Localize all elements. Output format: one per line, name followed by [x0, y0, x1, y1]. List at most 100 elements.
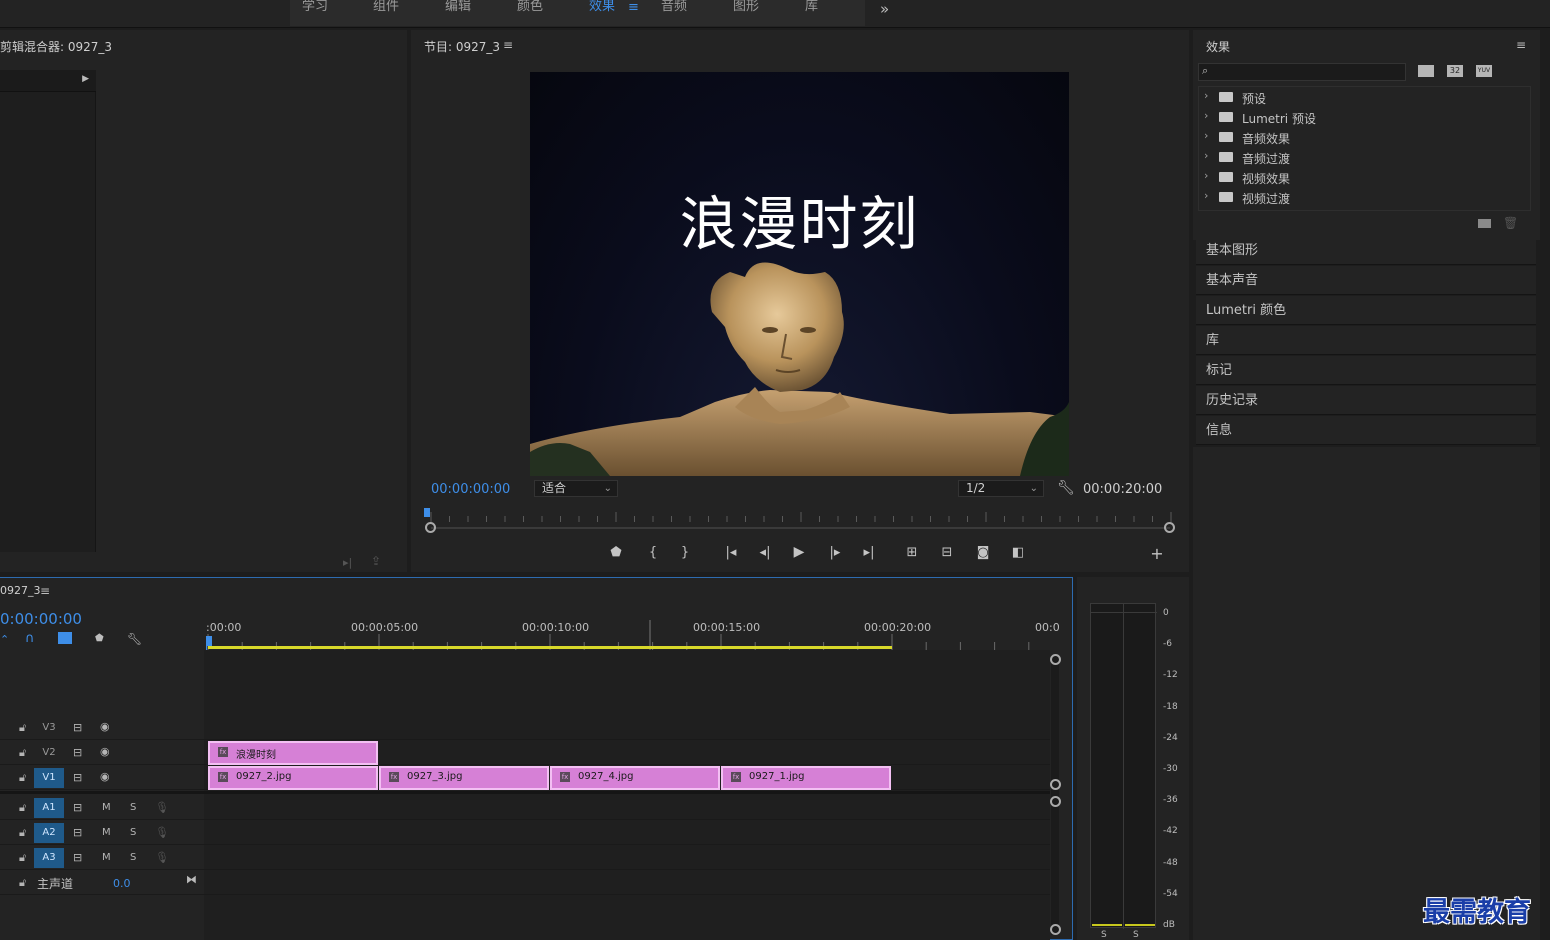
effects-item-video-effects[interactable]: › 视频效果: [1200, 167, 1530, 187]
scroll-handle-audio-top[interactable]: [1050, 796, 1061, 807]
graphic-clip[interactable]: fx 浪漫时刻: [208, 741, 378, 765]
timeline-playhead-handle[interactable]: [206, 636, 212, 646]
effects-search-input[interactable]: [1198, 63, 1406, 81]
solo-button[interactable]: S: [130, 827, 136, 838]
mixer-record-icon[interactable]: ▸|: [343, 556, 352, 569]
panel-libraries[interactable]: 库: [1196, 326, 1536, 355]
image-clip[interactable]: fx 0927_1.jpg: [721, 766, 891, 790]
32bit-effects-icon[interactable]: 32: [1447, 65, 1463, 77]
panel-essential-sound[interactable]: 基本声音: [1196, 266, 1536, 295]
mute-button[interactable]: M: [102, 827, 111, 838]
mixer-export-icon[interactable]: ⇪: [371, 554, 381, 568]
panel-markers[interactable]: 标记: [1196, 356, 1536, 385]
chevron-right-icon[interactable]: ›: [1204, 109, 1208, 122]
lock-icon[interactable]: 🔓︎: [19, 826, 26, 840]
image-clip[interactable]: fx 0927_2.jpg: [208, 766, 378, 790]
workspace-tab-graphics[interactable]: 图形: [733, 0, 759, 13]
timeline-menu-icon[interactable]: ≡: [40, 584, 50, 598]
workspace-tab-color[interactable]: 颜色: [517, 0, 543, 13]
chevron-right-icon[interactable]: ›: [1204, 89, 1208, 102]
workspace-tab-assembly[interactable]: 组件: [373, 0, 399, 13]
play-icon[interactable]: ▶: [789, 544, 809, 560]
go-to-in-icon[interactable]: |◂: [721, 545, 741, 560]
solo-button[interactable]: S: [130, 852, 136, 863]
scrub-end-handle[interactable]: [1164, 522, 1175, 533]
snap-magnet-icon[interactable]: ∩: [25, 631, 35, 646]
sync-lock-icon[interactable]: ⊟: [73, 801, 82, 814]
track-area[interactable]: [204, 650, 1050, 940]
video-audio-divider[interactable]: [0, 791, 1050, 794]
work-area-bar[interactable]: [208, 646, 892, 649]
program-playhead[interactable]: [424, 508, 430, 517]
mute-button[interactable]: M: [102, 802, 111, 813]
resolution-dropdown[interactable]: 1/2 ⌄: [958, 480, 1044, 497]
scroll-handle-bottom[interactable]: [1050, 924, 1061, 935]
scroll-handle-top[interactable]: [1050, 654, 1061, 665]
effects-menu-icon[interactable]: ≡: [1516, 38, 1526, 52]
add-marker-icon[interactable]: ⬟: [95, 633, 104, 644]
lock-icon[interactable]: 🔓︎: [19, 851, 26, 865]
effects-item-video-transitions[interactable]: › 视频过渡: [1200, 187, 1530, 207]
microphone-icon[interactable]: 🎙︎: [155, 826, 169, 839]
go-to-out-icon[interactable]: ▸|: [859, 545, 879, 560]
insert-overwrite-icon[interactable]: ⌃: [0, 633, 9, 646]
delete-trash-icon[interactable]: 🗑︎: [1503, 216, 1518, 230]
extract-icon[interactable]: ⊟: [937, 545, 957, 560]
program-menu-icon[interactable]: ≡: [503, 38, 513, 52]
timeline-vertical-scrollbar[interactable]: [1051, 655, 1059, 935]
track-target-v3[interactable]: V3: [34, 718, 64, 738]
chevron-right-icon[interactable]: ›: [1204, 189, 1208, 202]
sync-lock-icon[interactable]: ⊟: [73, 721, 82, 734]
chevron-right-icon[interactable]: ›: [1204, 129, 1208, 142]
timeline-timecode[interactable]: 0:00:00:00: [0, 610, 82, 628]
track-target-a2[interactable]: A2: [34, 823, 64, 843]
eye-icon[interactable]: ◉: [100, 770, 110, 783]
step-forward-icon[interactable]: |▸: [825, 545, 845, 560]
image-clip[interactable]: fx 0927_3.jpg: [379, 766, 549, 790]
settings-wrench-icon[interactable]: 🔧︎: [1057, 480, 1075, 496]
eye-icon[interactable]: ◉: [100, 745, 110, 758]
sync-lock-icon[interactable]: ⊟: [73, 851, 82, 864]
workspace-tab-learn[interactable]: 学习: [302, 0, 328, 13]
microphone-icon[interactable]: 🎙︎: [155, 801, 169, 814]
step-back-icon[interactable]: ◂|: [755, 545, 775, 560]
zoom-fit-dropdown[interactable]: 适合 ⌄: [534, 480, 618, 497]
track-target-a3[interactable]: A3: [34, 848, 64, 868]
workspace-tab-effects[interactable]: 效果: [589, 0, 615, 13]
microphone-icon[interactable]: 🎙︎: [155, 851, 169, 864]
mute-button[interactable]: M: [102, 852, 111, 863]
sync-lock-icon[interactable]: ⊟: [73, 771, 82, 784]
accelerated-effects-icon[interactable]: [1418, 65, 1434, 77]
workspace-more-icon[interactable]: »: [880, 0, 889, 18]
lift-icon[interactable]: ⊞: [902, 545, 922, 560]
workspace-tab-libraries[interactable]: 库: [805, 0, 818, 13]
sync-lock-icon[interactable]: ⊟: [73, 826, 82, 839]
export-frame-camera-icon[interactable]: ◙: [973, 545, 993, 560]
workspace-menu-icon[interactable]: ≡: [628, 0, 639, 15]
lock-icon[interactable]: 🔓︎: [19, 801, 26, 815]
workspace-tab-editing[interactable]: 编辑: [445, 0, 471, 13]
mark-out-icon[interactable]: }: [675, 545, 695, 560]
lock-icon[interactable]: 🔓︎: [19, 746, 26, 760]
chevron-right-icon[interactable]: ›: [1204, 169, 1208, 182]
lock-icon[interactable]: 🔓︎: [19, 771, 26, 785]
lock-icon[interactable]: 🔓︎: [19, 876, 26, 890]
effects-item-audio-effects[interactable]: › 音频效果: [1200, 127, 1530, 147]
program-scrub-bar[interactable]: [431, 527, 1170, 529]
panel-essential-graphics[interactable]: 基本图形: [1196, 236, 1536, 265]
panel-lumetri-color[interactable]: Lumetri 颜色: [1196, 296, 1536, 325]
track-target-v2[interactable]: V2: [34, 743, 64, 763]
new-bin-folder-icon[interactable]: [1478, 219, 1491, 228]
track-target-a1[interactable]: A1: [34, 798, 64, 818]
sync-lock-icon[interactable]: ⊟: [73, 746, 82, 759]
program-video-frame[interactable]: 浪漫时刻: [530, 72, 1069, 476]
track-target-v1[interactable]: V1: [34, 768, 64, 788]
expand-right-icon[interactable]: ▶: [82, 74, 89, 84]
workspace-tab-audio[interactable]: 音频: [661, 0, 687, 13]
master-volume-value[interactable]: 0.0: [113, 877, 131, 890]
chevron-right-icon[interactable]: ›: [1204, 149, 1208, 162]
go-to-end-icon[interactable]: ⧓: [186, 873, 197, 886]
solo-button[interactable]: S: [130, 802, 136, 813]
add-marker-icon[interactable]: ⬟: [606, 545, 626, 560]
scroll-handle-video-bottom[interactable]: [1050, 779, 1061, 790]
